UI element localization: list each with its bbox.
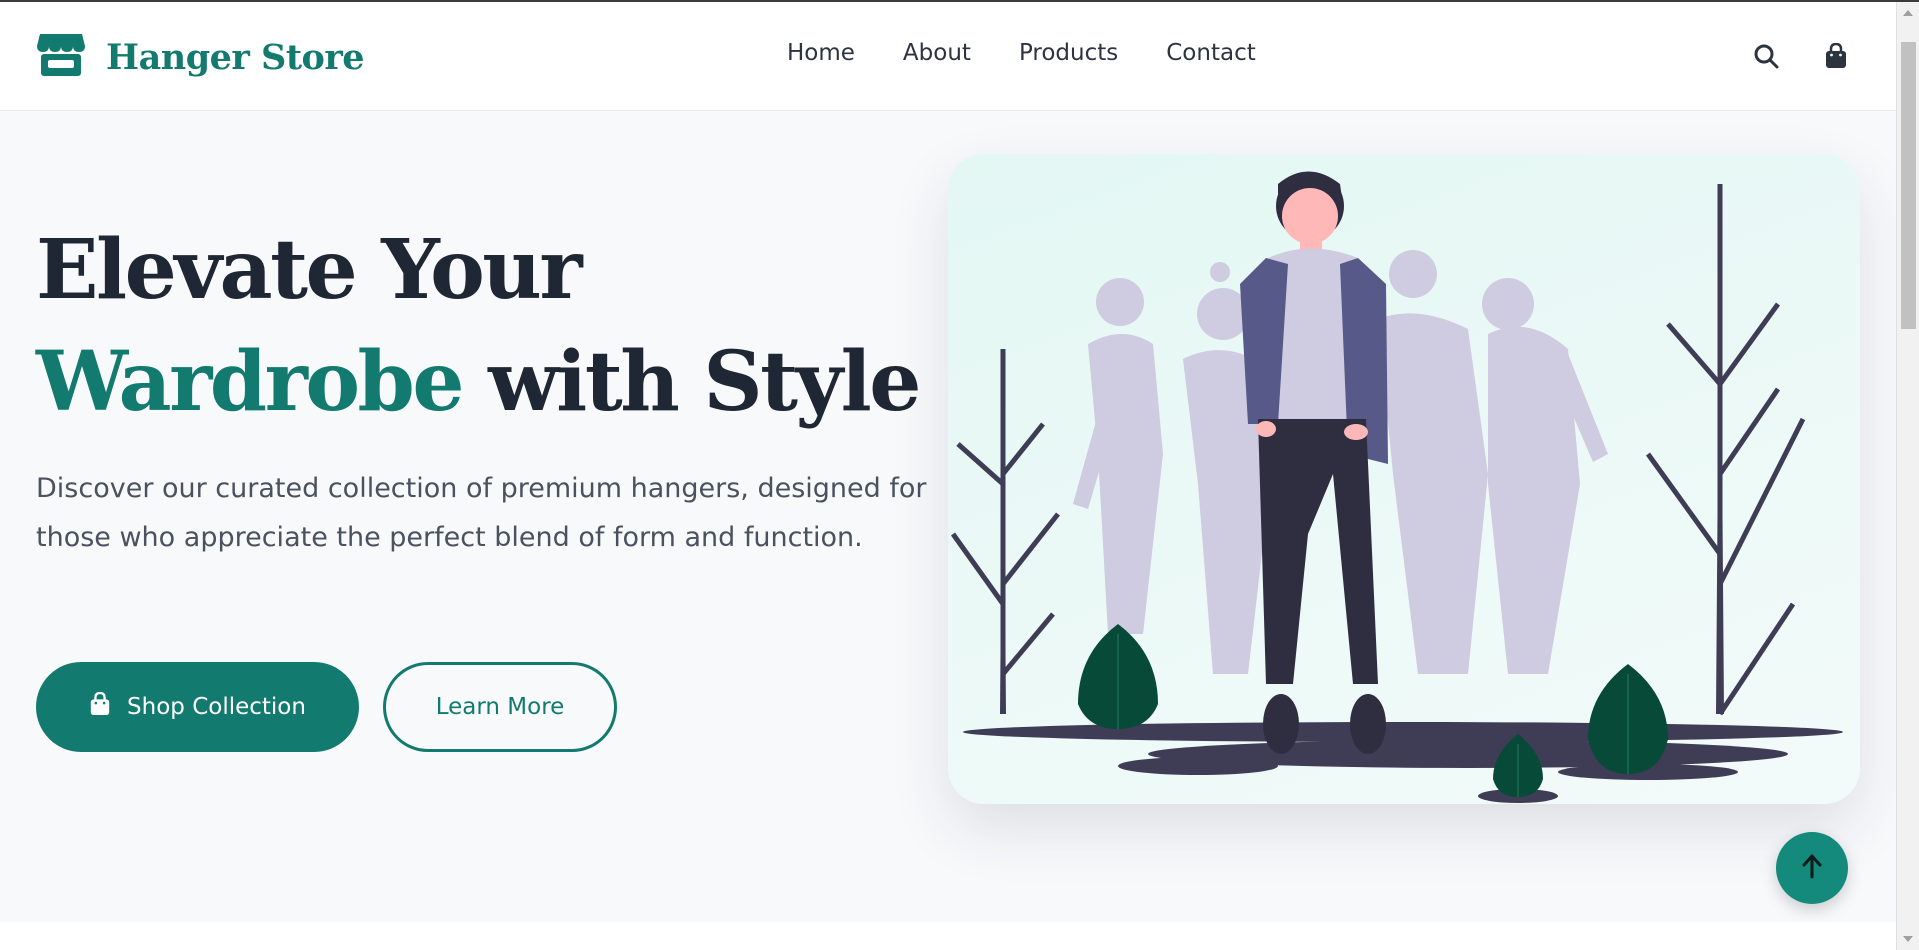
shop-collection-label: Shop Collection (127, 694, 306, 720)
scroll-to-top-button[interactable] (1776, 832, 1848, 904)
hero-title-line1: Elevate Your (36, 222, 583, 318)
hero-title: Elevate Your Wardrobe with Style (36, 214, 921, 438)
site-header: Hanger Store Home About Products Contact (0, 2, 1896, 111)
shopping-bag-icon (89, 691, 127, 722)
shopping-bag-icon[interactable] (1820, 40, 1852, 72)
learn-more-button[interactable]: Learn More (383, 662, 617, 752)
store-icon (36, 32, 86, 82)
search-icon[interactable] (1750, 40, 1782, 72)
arrow-up-icon (1800, 853, 1824, 883)
nav-about[interactable]: About (903, 40, 971, 66)
hero-illustration-card (948, 154, 1860, 804)
nav-home[interactable]: Home (787, 40, 855, 66)
hero-title-rest: with Style (462, 334, 921, 430)
hero-subtitle: Discover our curated collection of premi… (36, 473, 927, 553)
nav-contact[interactable]: Contact (1166, 40, 1255, 66)
next-section-edge (0, 922, 1896, 950)
hero-title-accent: Wardrobe (36, 334, 465, 430)
learn-more-label: Learn More (435, 694, 565, 720)
shop-collection-button[interactable]: Shop Collection (36, 662, 359, 752)
header-actions (1750, 40, 1890, 72)
people-fashion-illustration (950, 171, 1843, 803)
main-nav: Home About Products Contact (787, 40, 1304, 66)
scroll-up-arrow[interactable] (1903, 10, 1913, 16)
brand-name: Hanger Store (106, 36, 365, 78)
page-scrollbar[interactable] (1896, 2, 1919, 950)
page: Hanger Store Home About Products Contact (0, 2, 1896, 950)
nav-products[interactable]: Products (1019, 40, 1118, 66)
scrollbar-thumb[interactable] (1901, 42, 1916, 329)
brand-logo[interactable]: Hanger Store (36, 32, 365, 82)
scroll-down-arrow[interactable] (1903, 936, 1913, 942)
